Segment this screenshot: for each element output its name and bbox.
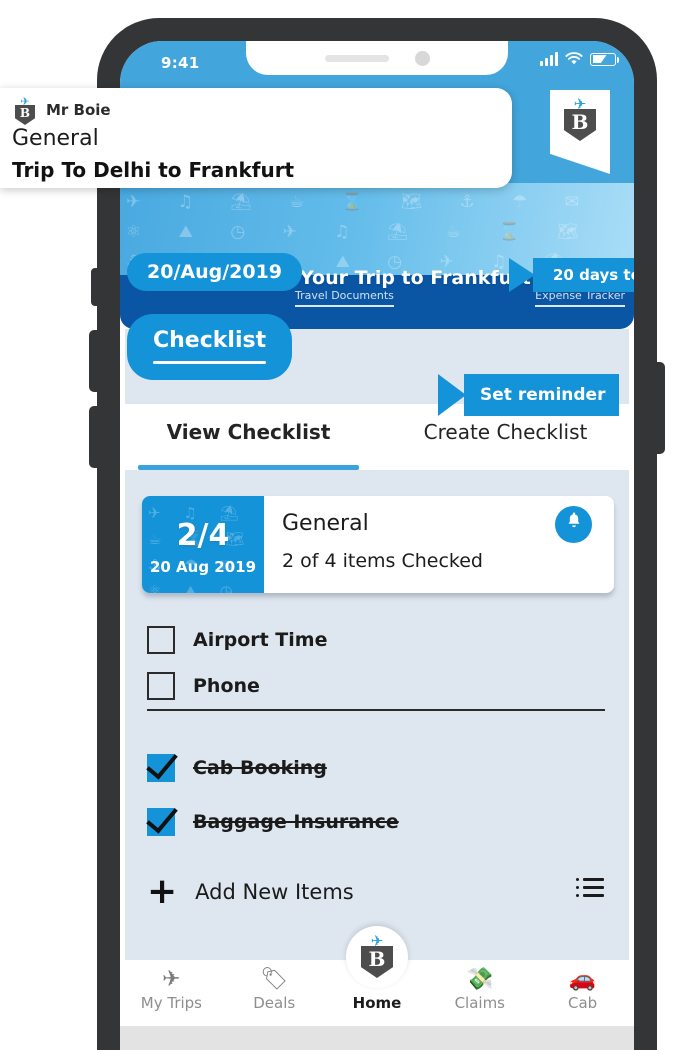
items-divider (147, 709, 605, 711)
notification-app-name: Mr Boie (46, 101, 111, 119)
checkbox-checked-icon[interactable] (147, 808, 175, 836)
money-hand-icon: 💸 (466, 967, 494, 992)
checklist-pill-label: Checklist (153, 328, 267, 353)
volume-down-button[interactable] (89, 406, 99, 468)
list-view-icon[interactable] (576, 878, 604, 900)
boie-badge-icon: ✈ B (357, 932, 397, 979)
front-camera (414, 50, 430, 66)
list-item-label: Baggage Insurance (193, 811, 399, 833)
bell-icon[interactable] (555, 506, 592, 543)
bell-glyph (568, 512, 579, 528)
tab-travel-documents[interactable]: Travel Documents (295, 289, 394, 307)
days-to-fly-badge: 20 days to fly (533, 258, 634, 292)
list-item[interactable]: Cab Booking (120, 745, 634, 791)
nav-item-label: My Trips (140, 994, 202, 1012)
active-tab-underline (138, 465, 359, 470)
set-reminder-button[interactable]: Set reminder (464, 374, 620, 416)
checkbox-unchecked-icon[interactable] (147, 672, 175, 700)
status-time: 9:41 (161, 54, 200, 72)
checklist-progress-tile: ✈ ♫ ⛱ ☕ ⌛ 🗺 ⚓ ☂ ✉ ⚛ ⛰ ◷ ✈ ♫ ⛱ ☕ ⌛ 🗺 ⚓ ☂ … (142, 496, 264, 593)
notification-category: General (12, 126, 99, 151)
nav-item-label: Deals (253, 994, 296, 1012)
nav-item-my-trips[interactable]: ✈ My Trips (120, 960, 223, 1026)
tag-icon: 🏷 (260, 967, 289, 992)
checklist-progress-fraction: 2/4 (176, 518, 230, 553)
nav-item-cab[interactable]: 🚗 Cab (531, 960, 634, 1026)
list-item-label: Cab Booking (193, 757, 327, 779)
list-item-label: Phone (193, 675, 260, 697)
list-item-label: Airport Time (193, 629, 328, 651)
tab-view-checklist-label: View Checklist (166, 420, 331, 444)
content-area: View Checklist Create Checklist ✈ ♫ ⛱ ☕ … (120, 329, 634, 991)
power-button[interactable] (655, 362, 665, 454)
signal-icon (540, 52, 558, 66)
nav-item-deals[interactable]: 🏷 Deals (223, 960, 326, 1026)
boie-ribbon-logo: ✈ B (550, 90, 610, 174)
notification-banner[interactable]: ✈ B Mr Boie General Trip To Delhi to Fra… (0, 88, 512, 188)
silent-switch[interactable] (91, 268, 99, 306)
add-new-items-row[interactable]: + Add New Items (120, 870, 634, 914)
car-icon: 🚗 (568, 967, 597, 992)
airplane-icon: ✈ (20, 95, 30, 108)
checklist-pill-underline (153, 361, 267, 364)
notch (246, 41, 508, 75)
volume-up-button[interactable] (89, 330, 99, 392)
airplane-icon: ✈ (573, 95, 587, 113)
nav-item-claims[interactable]: 💸 Claims (428, 960, 531, 1026)
add-new-items-label: Add New Items (195, 880, 354, 904)
trip-date-pill: 20/Aug/2019 (127, 253, 303, 291)
boie-badge-icon: ✈ B (12, 95, 38, 126)
shield-b-icon: B (15, 105, 35, 125)
wifi-icon (565, 52, 583, 65)
status-icons (540, 52, 619, 66)
notification-message: Trip To Delhi to Frankfurt (12, 158, 295, 182)
checkbox-unchecked-icon[interactable] (147, 626, 175, 654)
checklist-date: 20 Aug 2019 (149, 558, 257, 576)
shield-b-icon: B (361, 946, 393, 978)
nav-item-label: Home (352, 994, 402, 1012)
checklist-items: Airport Time Phone Cab Booking Baggage I… (120, 617, 634, 910)
checklist-summary-card[interactable]: ✈ ♫ ⛱ ☕ ⌛ 🗺 ⚓ ☂ ✉ ⚛ ⛰ ◷ ✈ ♫ ⛱ ☕ ⌛ 🗺 ⚓ ☂ … (142, 496, 614, 593)
checkbox-checked-icon[interactable] (147, 754, 175, 782)
earpiece-speaker (324, 54, 389, 62)
list-item[interactable]: Phone (120, 663, 634, 709)
nav-item-label: Cab (567, 994, 598, 1012)
shield-b-icon: B (564, 109, 596, 141)
home-fab-button[interactable]: ✈ B (346, 926, 408, 988)
list-item[interactable]: Baggage Insurance (120, 799, 634, 845)
list-item[interactable]: Airport Time (120, 617, 634, 663)
tab-checklist-active[interactable]: Checklist (127, 314, 293, 380)
plus-icon[interactable]: + (147, 874, 177, 910)
battery-icon (590, 52, 619, 66)
trip-title: Your Trip to Frankfurt (300, 267, 531, 289)
checklist-items-checked-text: 2 of 4 items Checked (282, 550, 483, 572)
checklist-title: General (282, 511, 369, 536)
status-bar: 9:41 (120, 41, 634, 87)
tab-view-checklist[interactable]: View Checklist (120, 404, 377, 470)
phone-screen: 9:41 ✈ B ✈ ♫ ⛱ ☕ ⌛ 🗺 ⚓ ☂ ✉ ⚛ ⛰ ◷ ✈ ♫ ⛱ ☕… (120, 41, 634, 1050)
boie-badge-icon: ✈ B (560, 95, 600, 142)
tab-create-checklist-label: Create Checklist (423, 420, 588, 444)
airplane-icon: ✈ (370, 932, 384, 950)
airplane-icon: ✈ (162, 967, 181, 992)
nav-item-label: Claims (454, 994, 505, 1012)
home-indicator-bar (120, 1026, 634, 1050)
